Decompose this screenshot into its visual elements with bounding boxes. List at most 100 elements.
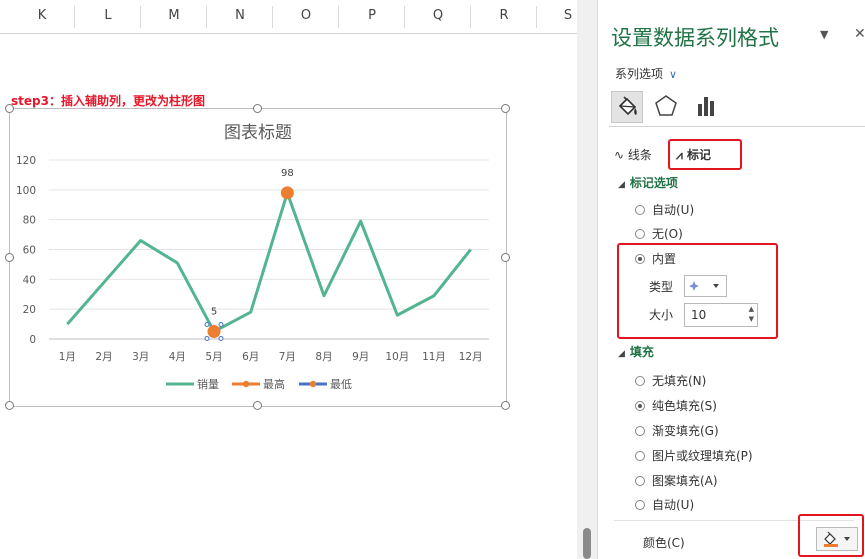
resize-handle[interactable] <box>501 104 510 113</box>
series-options-dropdown[interactable]: 系列选项 ∨ <box>615 65 677 82</box>
x-tick-label: 3月 <box>132 351 149 363</box>
radio-button[interactable] <box>635 205 645 215</box>
y-tick-label: 80 <box>23 215 36 227</box>
column-divider <box>404 6 405 28</box>
tab-effects[interactable] <box>651 91 683 123</box>
point-selection-handle <box>204 322 210 328</box>
fill-label: 填充 <box>629 345 654 359</box>
radio-fill-gradient[interactable]: 渐变填充(G) <box>635 422 719 440</box>
radio-fill-pattern[interactable]: 图案填充(A) <box>635 472 718 490</box>
point-selection-handle <box>218 336 224 342</box>
divider <box>609 126 865 127</box>
column-header-q[interactable]: Q <box>428 8 448 23</box>
radio-fill-picture[interactable]: 图片或纹理填充(P) <box>635 447 753 465</box>
close-icon[interactable]: ✕ <box>854 26 865 42</box>
radio-label: 图案填充(A) <box>652 474 718 488</box>
radio-fill-solid[interactable]: 纯色填充(S) <box>635 397 717 415</box>
x-tick-label: 9月 <box>352 351 369 363</box>
series-options-label: 系列选项 <box>615 67 664 81</box>
x-tick-label: 2月 <box>95 351 112 363</box>
legend-marker <box>242 380 250 388</box>
radio-button[interactable] <box>635 451 645 461</box>
chart-object[interactable]: 图表标题 0 20 40 60 80 100 120 1月 2月 3月 4月 5月 6月 7月 8月 9月 10月… <box>9 108 507 407</box>
legend-marker <box>309 380 317 388</box>
column-divider <box>272 6 273 28</box>
column-divider <box>338 6 339 28</box>
marker-options-heading[interactable]: ◢ 标记选项 <box>618 174 678 191</box>
column-header-n[interactable]: N <box>230 8 250 23</box>
radio-button[interactable] <box>635 476 645 486</box>
resize-handle[interactable] <box>5 104 14 113</box>
fill-heading[interactable]: ◢ 填充 <box>618 343 654 360</box>
fill-color-label: 颜色(C) <box>643 536 685 550</box>
y-tick-label: 40 <box>23 274 36 286</box>
column-header-row: K L M N O P Q R S <box>0 0 577 34</box>
x-tick-label: 12月 <box>459 351 483 363</box>
radio-label: 图片或纹理填充(P) <box>652 449 753 463</box>
highlight-box <box>668 139 742 170</box>
column-divider <box>470 6 471 28</box>
max-point-marker <box>280 186 294 200</box>
column-header-o[interactable]: O <box>296 8 316 23</box>
radio-button[interactable] <box>635 401 645 411</box>
radio-fill-auto[interactable]: 自动(U) <box>635 496 694 514</box>
step-annotation: step3：插入辅助列，更改为柱形图 <box>11 94 205 108</box>
radio-label: 无填充(N) <box>652 374 707 388</box>
subtab-line[interactable]: ∿ 线条 <box>614 146 652 163</box>
x-tick-label: 6月 <box>242 351 259 363</box>
highlight-box <box>617 243 778 339</box>
column-header-m[interactable]: M <box>164 8 184 23</box>
column-header-r[interactable]: R <box>494 8 514 23</box>
x-tick-label: 5月 <box>205 351 222 363</box>
resize-handle[interactable] <box>253 104 262 113</box>
radio-button[interactable] <box>635 229 645 239</box>
point-selection-handle <box>218 322 224 328</box>
radio-button[interactable] <box>635 376 645 386</box>
resize-handle[interactable] <box>5 253 14 262</box>
resize-handle[interactable] <box>253 401 262 410</box>
radio-label: 自动(U) <box>652 203 695 217</box>
tab-fill-line[interactable] <box>611 91 643 123</box>
y-tick-label: 20 <box>23 304 36 316</box>
line-icon: ∿ <box>614 148 625 162</box>
resize-handle[interactable] <box>501 253 510 262</box>
column-divider <box>536 6 537 28</box>
format-data-series-pane: 设置数据系列格式 ▼ ✕ 系列选项 ∨ ∿ 线条 ⩘ 标记 ◢ 标记选项 自动(… <box>597 0 865 559</box>
radio-button[interactable] <box>635 426 645 436</box>
collapse-triangle-icon: ◢ <box>618 180 625 190</box>
radio-marker-auto[interactable]: 自动(U) <box>635 201 694 219</box>
collapse-triangle-icon: ◢ <box>618 349 625 359</box>
min-point-marker <box>207 325 221 339</box>
column-divider <box>140 6 141 28</box>
radio-button[interactable] <box>635 500 645 510</box>
data-label: 98 <box>281 168 294 179</box>
column-header-p[interactable]: P <box>362 8 382 23</box>
chevron-down-icon[interactable]: ▼ <box>820 28 834 41</box>
legend-label: 最高 <box>263 377 285 391</box>
y-tick-label: 120 <box>16 155 36 167</box>
column-header-k[interactable]: K <box>32 8 52 23</box>
x-tick-label: 11月 <box>422 351 446 363</box>
radio-fill-none[interactable]: 无填充(N) <box>635 372 706 390</box>
resize-handle[interactable] <box>5 401 14 410</box>
radio-marker-none[interactable]: 无(O) <box>635 225 683 243</box>
column-header-s[interactable]: S <box>558 8 578 23</box>
tab-series-options[interactable] <box>691 91 723 123</box>
column-divider <box>74 6 75 28</box>
radio-label: 纯色填充(S) <box>652 399 717 413</box>
x-tick-label: 10月 <box>385 351 409 363</box>
data-label: 5 <box>211 307 217 318</box>
y-tick-label: 0 <box>29 334 36 346</box>
subtab-line-label: 线条 <box>627 148 652 162</box>
highlight-box <box>798 514 864 557</box>
column-header-l[interactable]: L <box>98 8 118 23</box>
y-tick-label: 60 <box>23 245 36 257</box>
resize-handle[interactable] <box>501 401 510 410</box>
radio-label: 自动(U) <box>652 498 695 512</box>
scrollbar-thumb[interactable] <box>583 528 591 559</box>
radio-label: 渐变填充(G) <box>652 424 719 438</box>
pane-title: 设置数据系列格式 <box>611 26 779 50</box>
x-tick-label: 4月 <box>169 351 186 363</box>
vertical-scrollbar[interactable] <box>577 0 597 559</box>
paint-bucket-icon <box>618 96 637 116</box>
